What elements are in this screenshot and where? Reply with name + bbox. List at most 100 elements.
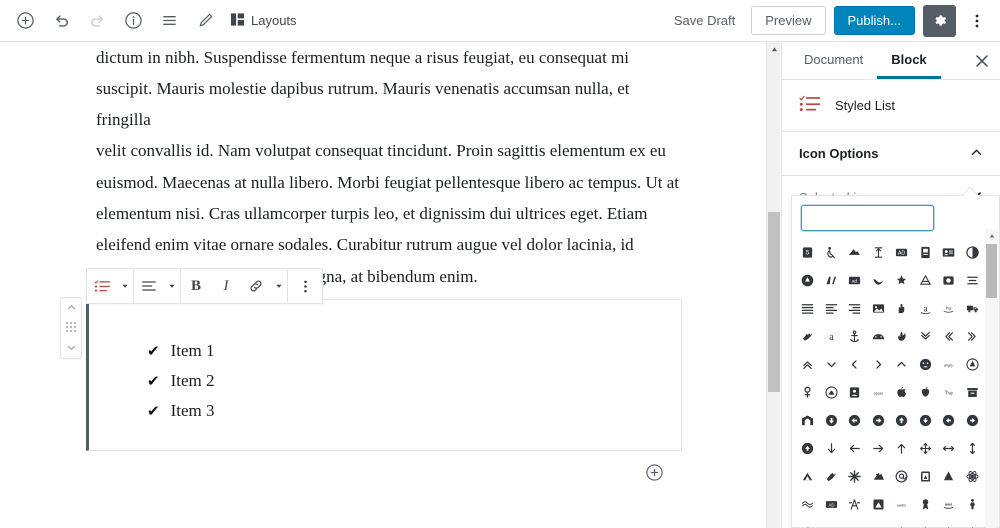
affiliatetheme-icon[interactable]: ad bbox=[843, 266, 867, 294]
scroll-up-arrow-icon[interactable] bbox=[767, 42, 781, 56]
alipay-icon[interactable] bbox=[914, 266, 938, 294]
app-store-ios-icon[interactable] bbox=[843, 378, 867, 406]
publish-button[interactable]: Publish... bbox=[833, 6, 915, 35]
edit-pencil-icon[interactable] bbox=[188, 4, 222, 38]
atlas-icon[interactable] bbox=[914, 462, 938, 490]
add-block-circle-icon[interactable] bbox=[643, 461, 665, 483]
at-icon[interactable] bbox=[890, 462, 914, 490]
styled-list-block[interactable]: ✔ Item 1 ✔ Item 2 ✔ Item 3 bbox=[86, 299, 682, 451]
add-block-icon[interactable] bbox=[8, 4, 42, 38]
tab-block[interactable]: Block bbox=[877, 42, 941, 79]
archive-icon[interactable] bbox=[961, 378, 985, 406]
acquisitions-incorporated-icon[interactable] bbox=[867, 238, 891, 266]
air-freshener-icon[interactable] bbox=[867, 266, 891, 294]
archway-icon[interactable] bbox=[796, 406, 820, 434]
paragraph-line[interactable]: elementum nisi. Cras ullamcorper turpis … bbox=[96, 199, 686, 229]
adjust-icon[interactable] bbox=[961, 238, 985, 266]
font-a-icon[interactable]: a bbox=[820, 322, 844, 350]
apple-icon[interactable] bbox=[890, 378, 914, 406]
amazon-icon[interactable]: a bbox=[914, 294, 938, 322]
angle-right-icon[interactable] bbox=[867, 350, 891, 378]
android-icon[interactable] bbox=[867, 322, 891, 350]
assistive-listening-systems-icon[interactable] bbox=[820, 462, 844, 490]
chevron-down-icon[interactable] bbox=[117, 269, 133, 303]
kebab-menu-icon[interactable] bbox=[288, 269, 322, 303]
allergies-hand-icon[interactable] bbox=[890, 294, 914, 322]
adn-icon[interactable] bbox=[796, 266, 820, 294]
algolia-icon[interactable] bbox=[890, 266, 914, 294]
apple-pay-icon[interactable]: Pay bbox=[937, 378, 961, 406]
apper-icon[interactable]: apper bbox=[867, 378, 891, 406]
list-item[interactable]: ✔ Item 1 bbox=[147, 336, 681, 366]
post-content[interactable]: dictum in nibh. Suspendisse fermentum ne… bbox=[96, 42, 686, 292]
layouts-button[interactable]: Layouts bbox=[224, 4, 305, 38]
angrycreative-icon[interactable]: angry bbox=[937, 350, 961, 378]
anchor-icon[interactable] bbox=[843, 322, 867, 350]
list-item-label[interactable]: Item 1 bbox=[171, 336, 215, 366]
ambulance-icon[interactable] bbox=[961, 294, 985, 322]
angle-up-icon[interactable] bbox=[890, 350, 914, 378]
backspace-icon[interactable] bbox=[820, 518, 844, 528]
arrow-alt-circle-up-icon[interactable] bbox=[890, 406, 914, 434]
arrow-alt-circle-right-icon[interactable] bbox=[867, 406, 891, 434]
allergies-alt-icon[interactable] bbox=[867, 294, 891, 322]
backward-icon[interactable] bbox=[843, 518, 867, 528]
tab-document[interactable]: Document bbox=[790, 42, 877, 79]
artstation-icon[interactable] bbox=[796, 462, 820, 490]
accessible-icon-icon[interactable] bbox=[820, 238, 844, 266]
arrow-circle-right-icon[interactable] bbox=[961, 406, 985, 434]
drag-handle-icon[interactable] bbox=[61, 316, 81, 338]
scrollbar-thumb[interactable] bbox=[986, 244, 997, 298]
kebab-menu-icon[interactable] bbox=[964, 5, 990, 37]
address-book-icon[interactable] bbox=[914, 238, 938, 266]
500px-icon[interactable]: 5 bbox=[796, 238, 820, 266]
arrow-circle-left-icon[interactable] bbox=[937, 406, 961, 434]
angle-double-up-icon[interactable] bbox=[796, 350, 820, 378]
app-store-icon[interactable] bbox=[820, 378, 844, 406]
chevron-down-icon[interactable] bbox=[164, 269, 180, 303]
align-left-icon[interactable] bbox=[820, 294, 844, 322]
angular-icon[interactable] bbox=[961, 350, 985, 378]
angry-icon[interactable] bbox=[914, 350, 938, 378]
icon-search-input[interactable] bbox=[801, 205, 934, 231]
bold-button[interactable]: B bbox=[181, 269, 211, 303]
paragraph-line[interactable]: eleifend enim vitae ornare sodales. Cura… bbox=[96, 230, 686, 260]
angle-down-icon[interactable] bbox=[820, 350, 844, 378]
link-icon[interactable] bbox=[241, 269, 271, 303]
arrows-alt-icon[interactable] bbox=[914, 434, 938, 462]
list-item[interactable]: ✔ Item 3 bbox=[147, 396, 681, 426]
editor-scrollbar[interactable] bbox=[766, 42, 780, 528]
save-draft-button[interactable]: Save Draft bbox=[666, 7, 743, 34]
audio-description-icon[interactable]: AD bbox=[820, 490, 844, 518]
chevron-down-icon[interactable] bbox=[271, 269, 287, 303]
arrow-up-icon[interactable] bbox=[890, 434, 914, 462]
panel-icon-options[interactable]: Icon Options bbox=[782, 132, 1000, 176]
undo-icon[interactable] bbox=[44, 4, 78, 38]
paragraph-line[interactable]: velit convallis id. Nam volutpat consequ… bbox=[96, 136, 686, 166]
preview-button[interactable]: Preview bbox=[751, 6, 826, 35]
arrows-alt-v-icon[interactable] bbox=[961, 434, 985, 462]
autoprefixer-icon[interactable] bbox=[843, 490, 867, 518]
american-sign-language-icon[interactable] bbox=[796, 322, 820, 350]
atom-icon[interactable] bbox=[961, 462, 985, 490]
close-icon[interactable] bbox=[964, 42, 1000, 79]
arrow-circle-up-icon[interactable] bbox=[796, 434, 820, 462]
arrows-alt-h-icon[interactable] bbox=[937, 434, 961, 462]
styled-list-icon[interactable] bbox=[87, 269, 117, 303]
address-card-icon[interactable] bbox=[937, 238, 961, 266]
scroll-up-arrow-icon[interactable] bbox=[985, 229, 998, 242]
angellist-icon[interactable] bbox=[890, 322, 914, 350]
angle-double-right-icon[interactable] bbox=[961, 322, 985, 350]
align-left-icon[interactable] bbox=[134, 269, 164, 303]
icon-picker-scrollbar[interactable] bbox=[985, 229, 998, 528]
asymmetrik-icon[interactable] bbox=[867, 462, 891, 490]
allergies-icon[interactable] bbox=[937, 266, 961, 294]
scrollbar-thumb[interactable] bbox=[768, 212, 780, 392]
paragraph-line[interactable]: euismod. Maecenas at nulla libero. Morbi… bbox=[96, 168, 686, 198]
balance-scale-icon[interactable] bbox=[914, 518, 938, 528]
arrow-circle-down-icon[interactable] bbox=[914, 406, 938, 434]
balance-scale-left-icon[interactable] bbox=[937, 518, 961, 528]
baby-carriage-icon[interactable] bbox=[796, 518, 820, 528]
gear-icon[interactable] bbox=[923, 4, 956, 37]
bacon-icon[interactable] bbox=[867, 518, 891, 528]
